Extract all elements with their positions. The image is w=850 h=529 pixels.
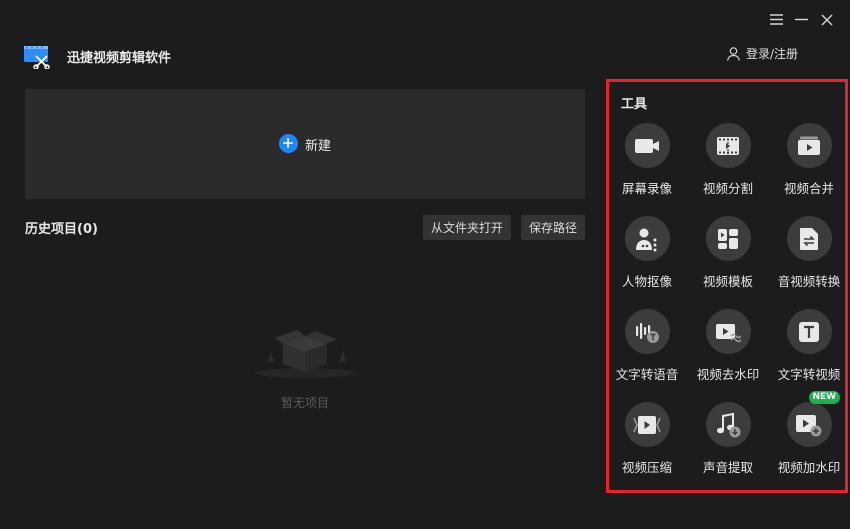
video-merge-icon <box>786 123 832 168</box>
tool-video-compress[interactable]: 视频压缩 <box>606 402 688 476</box>
new-label: 新建 <box>304 138 331 154</box>
template-icon <box>705 216 751 261</box>
portrait-icon <box>624 216 670 261</box>
tool-av-convert[interactable]: 音视频转换 <box>768 216 850 290</box>
empty-box-icon <box>255 330 355 378</box>
window-controls <box>769 12 834 27</box>
compress-icon <box>624 402 670 447</box>
tool-video-template[interactable]: 视频模板 <box>687 216 769 290</box>
new-badge: NEW <box>808 391 841 404</box>
convert-icon <box>786 216 832 261</box>
tool-label: 视频去水印 <box>696 367 760 382</box>
tool-portrait-matting[interactable]: 人物抠像 <box>606 216 688 290</box>
tool-label: 屏幕录像 <box>621 181 672 196</box>
close-icon[interactable] <box>819 12 834 27</box>
tool-label: 声音提取 <box>702 460 753 475</box>
tool-label: 人物抠像 <box>621 274 672 289</box>
tools-title: 工具 <box>621 97 648 112</box>
tool-remove-watermark[interactable]: 视频去水印 <box>687 309 769 383</box>
music-extract-icon <box>705 402 751 447</box>
camera-icon <box>624 123 670 168</box>
tool-label: 视频分割 <box>702 181 753 196</box>
tools-panel: 工具 屏幕录像 视频分割 视频合并 人物抠像 视频模板 音视频转换 文字转语音 … <box>606 79 848 493</box>
login-register-button[interactable]: 登录/注册 <box>727 45 798 62</box>
tool-label: 视频压缩 <box>621 460 672 475</box>
tool-label: 视频加水印 <box>777 460 841 475</box>
new-project-panel[interactable]: 新建 <box>25 89 585 199</box>
tool-text-to-speech[interactable]: 文字转语音 <box>606 309 688 383</box>
tool-video-split[interactable]: 视频分割 <box>687 123 769 197</box>
empty-text: 暂无项目 <box>280 396 329 410</box>
tool-screen-record[interactable]: 屏幕录像 <box>606 123 688 197</box>
text-to-speech-icon <box>624 309 670 354</box>
film-split-icon <box>705 123 751 168</box>
minimize-icon[interactable] <box>794 12 809 27</box>
history-title: 历史项目(0) <box>25 222 98 237</box>
tool-label: 音视频转换 <box>777 274 841 289</box>
empty-state: 暂无项目 <box>253 326 357 411</box>
tool-audio-extract[interactable]: 声音提取 <box>687 402 769 476</box>
open-from-folder-button[interactable]: 从文件夹打开 <box>423 215 511 240</box>
text-to-video-icon <box>786 309 832 354</box>
tool-label: 文字转视频 <box>777 367 841 382</box>
tool-video-merge[interactable]: 视频合并 <box>768 123 850 197</box>
remove-watermark-icon <box>705 309 751 354</box>
login-label: 登录/注册 <box>746 47 799 61</box>
app-title: 迅捷视频剪辑软件 <box>67 50 172 66</box>
menu-icon[interactable] <box>769 12 784 27</box>
tool-text-to-video[interactable]: 文字转视频 <box>768 309 850 383</box>
tool-add-watermark[interactable]: NEW 视频加水印 <box>768 391 850 476</box>
save-path-button[interactable]: 保存路径 <box>521 215 585 240</box>
app-header: 迅捷视频剪辑软件 <box>23 43 172 70</box>
tool-label: 视频合并 <box>783 181 834 196</box>
user-icon <box>727 46 740 61</box>
app-logo-icon <box>23 43 51 70</box>
new-project-button[interactable]: 新建 <box>278 133 331 154</box>
tool-label: 文字转语音 <box>615 367 679 382</box>
tool-label: 视频模板 <box>702 274 753 289</box>
add-watermark-icon: NEW <box>786 391 841 447</box>
plus-icon <box>278 133 298 153</box>
